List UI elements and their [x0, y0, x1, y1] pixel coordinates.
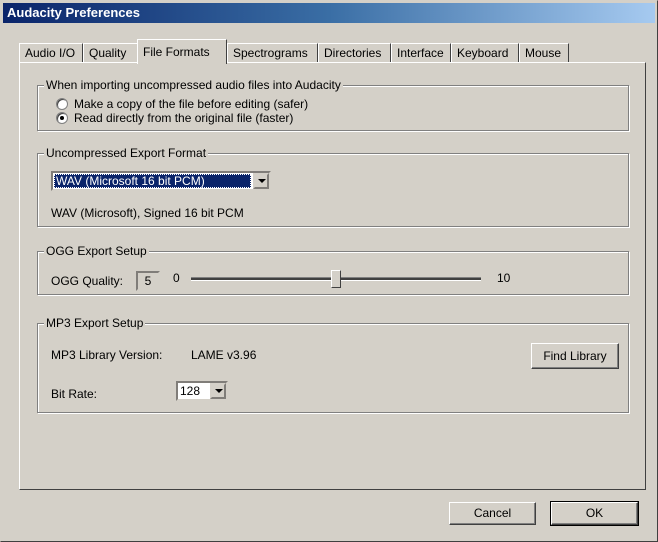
- ogg-quality-slider[interactable]: [191, 269, 481, 289]
- tab-audio-io[interactable]: Audio I/O: [19, 43, 83, 63]
- ok-button[interactable]: OK: [550, 501, 639, 526]
- export-format-title: Uncompressed Export Format: [44, 146, 209, 160]
- ogg-max-label: 10: [497, 271, 511, 285]
- read-direct-radio[interactable]: [56, 112, 68, 124]
- cancel-button[interactable]: Cancel: [449, 502, 536, 525]
- export-format-group: Uncompressed Export Format WAV (Microsof…: [37, 146, 629, 227]
- preferences-dialog: Audacity Preferences Audio I/O Quality F…: [0, 0, 658, 542]
- tab-mouse[interactable]: Mouse: [519, 43, 569, 63]
- import-group-title: When importing uncompressed audio files …: [44, 78, 343, 92]
- bitrate-value: 128: [180, 384, 201, 398]
- ogg-quality-value: 5: [136, 271, 160, 291]
- tab-directories[interactable]: Directories: [318, 43, 391, 63]
- tab-quality[interactable]: Quality: [83, 43, 138, 63]
- slider-thumb[interactable]: [331, 270, 341, 288]
- export-format-value: WAV (Microsoft 16 bit PCM): [54, 174, 251, 188]
- mp3-library-label: MP3 Library Version:: [51, 348, 163, 362]
- copy-file-radio[interactable]: [56, 98, 68, 110]
- find-library-button[interactable]: Find Library: [531, 343, 619, 369]
- export-format-dropdown[interactable]: WAV (Microsoft 16 bit PCM): [51, 171, 271, 191]
- ogg-group-title: OGG Export Setup: [44, 244, 149, 258]
- tab-keyboard[interactable]: Keyboard: [451, 43, 519, 63]
- ogg-min-label: 0: [173, 271, 180, 285]
- export-format-description: WAV (Microsoft), Signed 16 bit PCM: [51, 206, 244, 220]
- read-direct-label: Read directly from the original file (fa…: [74, 111, 294, 125]
- mp3-library-version: LAME v3.96: [191, 348, 257, 362]
- bitrate-label: Bit Rate:: [51, 387, 98, 401]
- tab-file-formats[interactable]: File Formats: [137, 39, 227, 64]
- title-bar: Audacity Preferences: [3, 3, 655, 23]
- tab-spectrograms[interactable]: Spectrograms: [227, 43, 318, 63]
- import-group: When importing uncompressed audio files …: [37, 78, 629, 131]
- tab-interface[interactable]: Interface: [391, 43, 451, 63]
- mp3-group-title: MP3 Export Setup: [44, 316, 146, 330]
- mp3-group: MP3 Export Setup MP3 Library Version: LA…: [37, 316, 629, 413]
- ogg-quality-label: OGG Quality:: [51, 274, 124, 288]
- chevron-down-icon[interactable]: [253, 173, 269, 189]
- chevron-down-icon[interactable]: [210, 383, 226, 399]
- ogg-group: OGG Export Setup OGG Quality: 5 0 10: [37, 244, 629, 295]
- bitrate-dropdown[interactable]: 128: [176, 381, 228, 401]
- copy-file-label: Make a copy of the file before editing (…: [74, 97, 309, 111]
